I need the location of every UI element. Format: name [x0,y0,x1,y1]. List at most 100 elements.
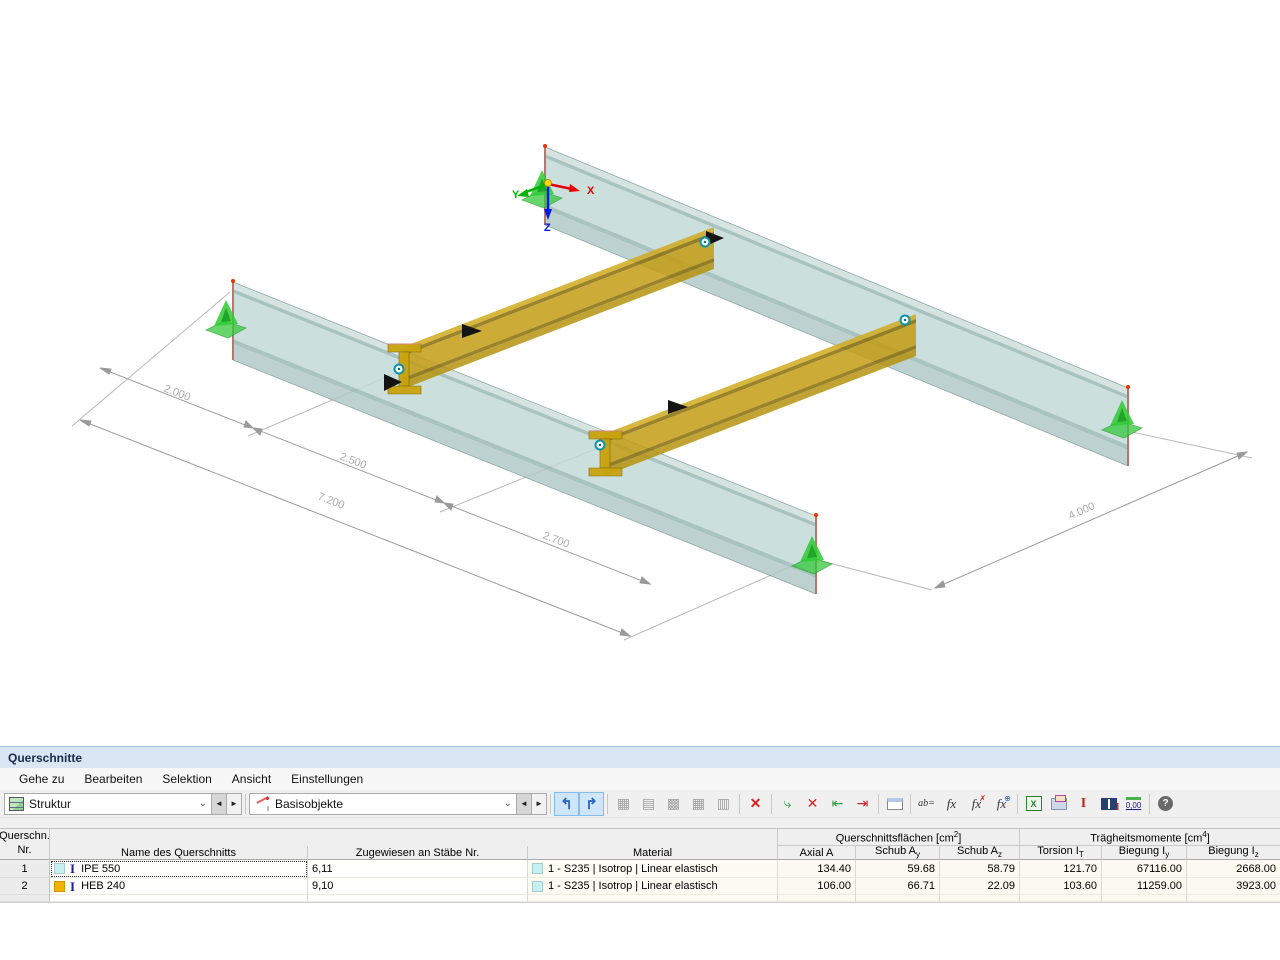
assigned-members-cell[interactable]: 6,11 [308,860,528,878]
schub-az-cell[interactable]: 22.09 [940,878,1020,895]
i-section-icon: I [70,880,75,893]
table-row: 2 I HEB 240 9,10 1 - S235 | Isotrop | Li… [0,878,1280,895]
schub-ay-cell[interactable]: 66.71 [856,878,940,895]
help-icon: ? [1158,796,1173,811]
section-name-cell[interactable]: I HEB 240 [50,878,308,895]
bent-arrow-icon: ↰ [560,795,573,813]
table-options-button[interactable]: ▥ [711,792,736,816]
table-edit-icon: ▤ [642,795,655,812]
material-cell[interactable]: 1 - S235 | Isotrop | Linear elastisch [528,878,778,895]
panel-title-bar[interactable]: Querschnitte [0,746,1280,768]
section-color-swatch [54,881,65,892]
col-header-material[interactable]: Material [528,846,778,860]
biegung-iy-cell[interactable]: 67116.00 [1102,860,1187,878]
biegung-iz-cell[interactable]: 2668.00 [1187,860,1280,878]
table-edit-button[interactable]: ▤ [636,792,661,816]
table-add-button[interactable]: ▩ [661,792,686,816]
chevron-down-icon: ⌄ [199,798,207,809]
panel-menu-bar: Gehe zu Bearbeiten Selektion Ansicht Ein… [0,768,1280,790]
table-group-header-row: Querschnittsflächen [cm2] Trägheitsmomen… [0,829,1280,846]
struktur-dropdown-value: Struktur [29,797,194,811]
chevron-down-icon: ⌄ [504,798,512,809]
axis-z-label: Z [544,222,551,234]
cross-sections-table: Querschn. Nr. Querschnittsflächen [cm2] … [0,828,1280,903]
menu-einstellungen[interactable]: Einstellungen [282,770,372,788]
bent-arrow-icon: ↱ [585,795,598,813]
table-view-button[interactable]: ▦ [611,792,636,816]
insert-row-icon: ⤷ [784,795,792,812]
rename-button[interactable]: ab= [914,792,939,816]
col-header-biegung-iy[interactable]: Biegung Iy [1102,846,1187,860]
col-header-schub-az[interactable]: Schub Az [940,846,1020,860]
formula-global-button[interactable]: fx⊕ [989,792,1014,816]
panel-title: Querschnitte [8,751,82,765]
delete-table-icon: ✕ [750,795,762,812]
delete-row-button[interactable]: ✕ [800,792,825,816]
select-rows-button[interactable]: ↰ [554,792,579,816]
axial-a-cell[interactable]: 106.00 [778,878,856,895]
biegung-iz-cell[interactable]: 3923.00 [1187,878,1280,895]
axis-y-label: Y [512,189,520,201]
insert-row-button[interactable]: ⤷ [775,792,800,816]
formula-delete-button[interactable]: fx✗ [964,792,989,816]
beam-heb240-left[interactable] [403,227,714,389]
empty-row-stub [0,895,1280,903]
col-header-biegung-iz[interactable]: Biegung Iz [1187,846,1280,860]
schub-az-cell[interactable]: 58.79 [940,860,1020,878]
struktur-dropdown[interactable]: Struktur ⌄ [4,793,212,815]
assigned-members-cell[interactable]: 9,10 [308,878,528,895]
biegung-iy-cell[interactable]: 11259.00 [1102,878,1187,895]
panel-layout-button[interactable] [882,792,907,816]
row-number[interactable]: 2 [0,878,50,895]
torsion-it-cell[interactable]: 121.70 [1020,860,1102,878]
basisobjekte-dropdown-value: Basisobjekte [275,797,499,811]
help-button[interactable]: ? [1153,792,1178,816]
formula-icon: fx [947,796,956,812]
printer-icon [1051,798,1067,810]
excel-export-button[interactable]: X [1021,792,1046,816]
toolbar-spacer [0,818,1280,828]
import-rows-button[interactable]: ⇤ [825,792,850,816]
basisobjekte-icon [254,797,270,811]
group-header-traegheitsmomente: Trägheitsmomente [cm4] [1020,829,1280,846]
col-header-torsion-it[interactable]: Torsion IT [1020,846,1102,860]
torsion-it-cell[interactable]: 103.60 [1020,878,1102,895]
beam-heb240-right[interactable] [604,314,916,476]
table-filter-button[interactable]: ▦ [686,792,711,816]
beam-ipe550-far[interactable] [545,147,1128,466]
section-name-cell[interactable]: I IPE 550 [50,860,308,878]
window-layout-icon [887,798,903,810]
struktur-next-button[interactable]: ► [227,793,242,815]
decimal-places-button[interactable]: 0,00 [1121,792,1146,816]
library-book-icon [1101,798,1117,810]
table-row: 1 I IPE 550 6,11 1 - S235 | Isotrop | Li… [0,860,1280,878]
delete-table-button[interactable]: ✕ [743,792,768,816]
print-button[interactable] [1046,792,1071,816]
col-header-schub-ay[interactable]: Schub Ay [856,846,940,860]
cross-section-library-button[interactable] [1096,792,1121,816]
export-rows-button[interactable]: ⇥ [850,792,875,816]
formula-button[interactable]: fx [939,792,964,816]
menu-selektion[interactable]: Selektion [153,770,220,788]
material-cell[interactable]: 1 - S235 | Isotrop | Linear elastisch [528,860,778,878]
table-add-icon: ▩ [667,795,680,812]
menu-bearbeiten[interactable]: Bearbeiten [75,770,151,788]
col-header-axial-a[interactable]: Axial A [778,846,856,860]
menu-ansicht[interactable]: Ansicht [223,770,280,788]
dim-label-7200: 7.200 [316,491,346,512]
basisobjekte-prev-button[interactable]: ◄ [517,793,532,815]
axial-a-cell[interactable]: 134.40 [778,860,856,878]
schub-ay-cell[interactable]: 59.68 [856,860,940,878]
model-viewport[interactable]: 2.000 2.500 2.700 7.200 4.000 [0,0,1280,746]
struktur-prev-button[interactable]: ◄ [212,793,227,815]
select-related-button[interactable]: ↱ [579,792,604,816]
col-header-name[interactable]: Name des Querschnitts [50,846,308,860]
menu-gehe-zu[interactable]: Gehe zu [10,770,73,788]
basisobjekte-dropdown[interactable]: Basisobjekte ⌄ [249,793,517,815]
cross-section-properties-button[interactable]: I [1071,792,1096,816]
node [901,316,910,325]
row-number[interactable]: 1 [0,860,50,878]
basisobjekte-next-button[interactable]: ► [532,793,547,815]
col-header-members[interactable]: Zugewiesen an Stäbe Nr. [308,846,528,860]
i-beam-icon: I [1081,796,1086,812]
